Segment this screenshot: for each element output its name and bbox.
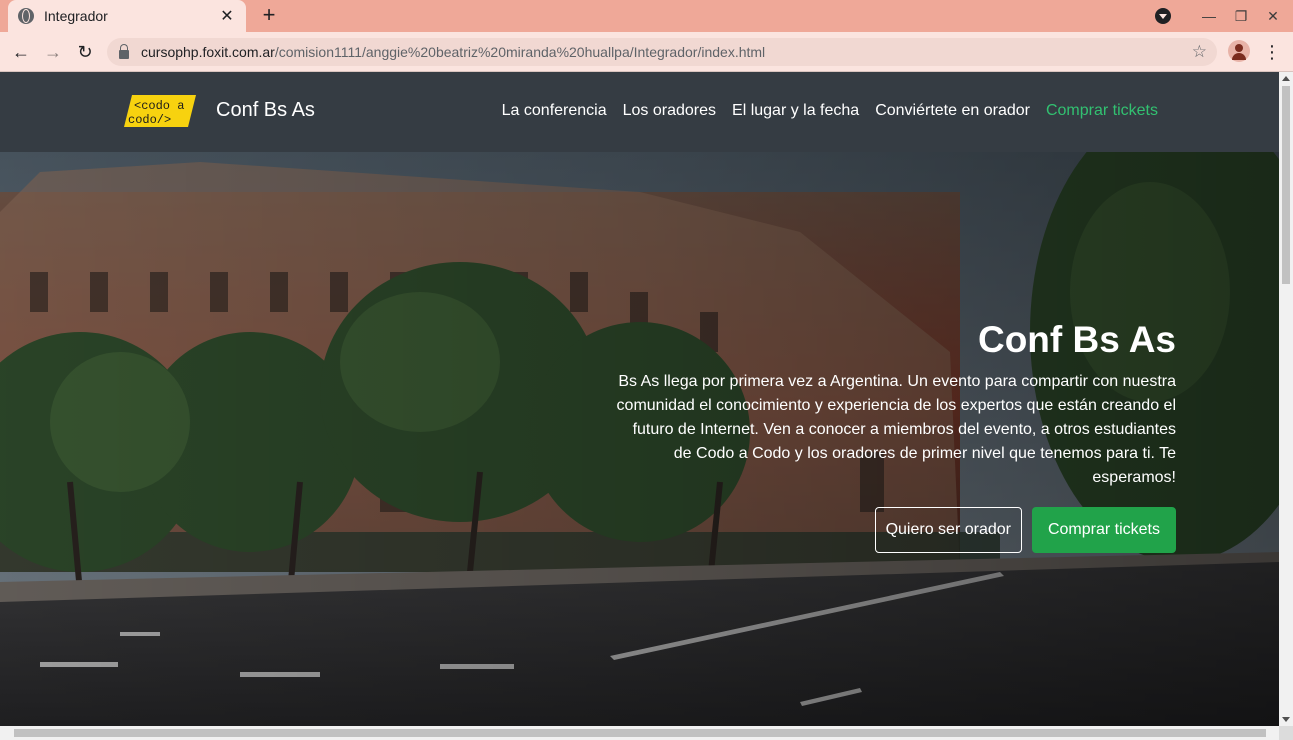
tab-close-icon[interactable]: ✕ <box>218 6 236 26</box>
nav-link-lugar-fecha[interactable]: El lugar y la fecha <box>732 102 859 120</box>
url-text[interactable]: cursophp.foxit.com.ar/comision1111/anggi… <box>141 44 765 60</box>
reload-button[interactable]: ↻ <box>73 40 97 64</box>
lock-icon[interactable] <box>119 43 129 59</box>
hero-description: Bs As llega por primera vez a Argentina.… <box>616 373 1176 486</box>
logo-line-1: <codo a <box>134 99 184 113</box>
back-button[interactable]: ← <box>9 40 33 64</box>
nav-link-conferencia[interactable]: La conferencia <box>502 102 607 120</box>
bookmark-star-icon[interactable]: ☆ <box>1192 42 1207 62</box>
horizontal-scroll-thumb[interactable] <box>14 729 1266 737</box>
scroll-down-arrow-icon[interactable] <box>1282 717 1290 722</box>
profile-avatar-icon[interactable] <box>1228 40 1250 62</box>
comprar-tickets-button[interactable]: Comprar tickets <box>1031 507 1176 553</box>
restore-button[interactable]: ❐ <box>1229 8 1253 25</box>
page-viewport: <codo a codo/> Conf Bs As La conferencia… <box>0 72 1279 726</box>
new-tab-button[interactable]: + <box>258 4 280 26</box>
brand-title[interactable]: Conf Bs As <box>216 99 315 122</box>
hero-content: Conf Bs As Bs As llega por primera vez a… <box>616 318 1176 553</box>
url-path: /comision1111/anggie%20beatriz%20miranda… <box>274 44 766 60</box>
address-bar[interactable]: cursophp.foxit.com.ar/comision1111/anggi… <box>107 38 1217 66</box>
codo-a-codo-logo[interactable]: <codo a codo/> <box>124 95 196 127</box>
forward-button[interactable]: → <box>41 40 65 64</box>
nav-link-orador[interactable]: Conviértete en orador <box>875 102 1030 120</box>
hero-buttons: Quiero ser orador Comprar tickets <box>616 507 1176 553</box>
main-menu: La conferencia Los oradores El lugar y l… <box>502 102 1158 120</box>
site-navbar: <codo a codo/> Conf Bs As La conferencia… <box>0 72 1279 152</box>
horizontal-scrollbar[interactable] <box>0 726 1279 740</box>
vertical-scrollbar[interactable] <box>1279 72 1293 726</box>
globe-icon <box>18 8 34 24</box>
nav-link-comprar-tickets[interactable]: Comprar tickets <box>1046 102 1158 120</box>
nav-link-oradores[interactable]: Los oradores <box>623 102 716 120</box>
tab-title: Integrador <box>44 8 108 24</box>
close-window-button[interactable]: ✕ <box>1261 8 1285 25</box>
url-host: cursophp.foxit.com.ar <box>141 44 275 60</box>
scroll-up-arrow-icon[interactable] <box>1282 76 1290 81</box>
browser-tab[interactable]: Integrador ✕ <box>8 0 246 32</box>
hero-title: Conf Bs As <box>977 319 1176 360</box>
browser-menu-icon[interactable]: ⋮ <box>1262 40 1282 64</box>
tab-search-icon[interactable] <box>1155 8 1171 24</box>
minimize-button[interactable]: — <box>1197 8 1221 24</box>
window-controls: — ❐ ✕ <box>1155 0 1285 32</box>
vertical-scroll-thumb[interactable] <box>1282 86 1290 284</box>
browser-toolbar: ← → ↻ cursophp.foxit.com.ar/comision1111… <box>0 32 1293 72</box>
quiero-ser-orador-button[interactable]: Quiero ser orador <box>874 507 1022 553</box>
logo-line-2: codo/> <box>128 113 171 127</box>
hero-section: Conf Bs As Bs As llega por primera vez a… <box>0 152 1279 726</box>
scrollbar-corner <box>1279 726 1293 740</box>
browser-tab-strip: Integrador ✕ + — ❐ ✕ <box>0 0 1293 32</box>
